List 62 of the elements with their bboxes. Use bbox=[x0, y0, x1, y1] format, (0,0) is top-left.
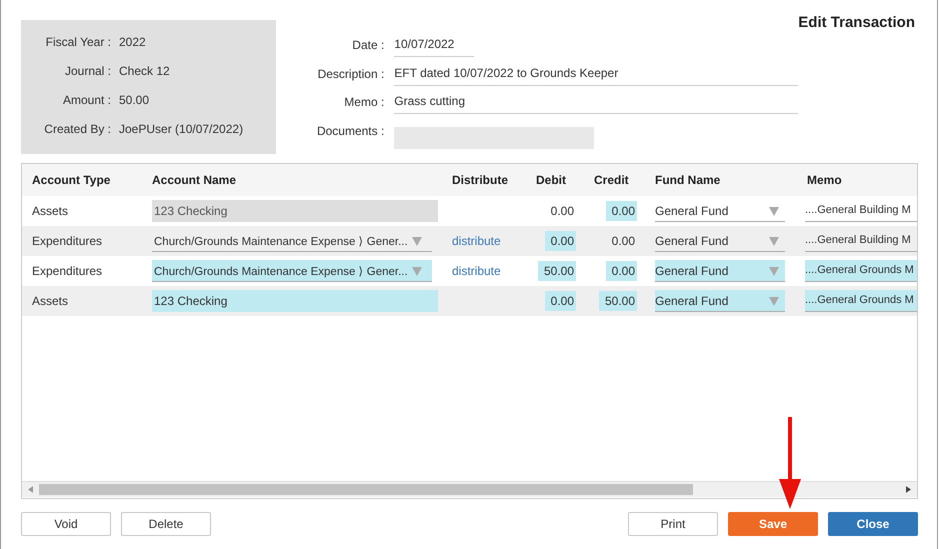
text-field[interactable]: Grass cutting bbox=[394, 94, 798, 114]
fund-dropdown[interactable]: General Fund bbox=[655, 230, 785, 252]
credit-field[interactable]: 0.00 bbox=[606, 201, 637, 221]
column-header: Debit bbox=[535, 173, 567, 187]
debit-field[interactable]: 50.00 bbox=[538, 261, 576, 281]
field-value: 50.00 bbox=[119, 93, 150, 107]
column-header: Fund Name bbox=[654, 173, 722, 187]
table-cell-text: Expenditures bbox=[31, 234, 104, 248]
credit-field[interactable]: 50.00 bbox=[598, 291, 637, 311]
account-field[interactable]: 123 Checking bbox=[152, 290, 438, 312]
horizontal-scrollbar[interactable] bbox=[22, 481, 917, 497]
memo-field[interactable]: ....General Grounds M bbox=[805, 290, 917, 312]
debit-field[interactable]: 0.00 bbox=[544, 291, 576, 311]
dialog-title: Edit Transaction bbox=[798, 14, 915, 33]
field-label: Amount : bbox=[62, 93, 111, 107]
field-label: Documents : bbox=[316, 124, 384, 140]
field-value: 2022 bbox=[119, 35, 146, 49]
caret-icon bbox=[769, 236, 779, 246]
fund-dropdown[interactable]: General Fund bbox=[655, 260, 785, 282]
debit-field[interactable]: 0.00 bbox=[544, 231, 576, 251]
action-button[interactable]: Close bbox=[828, 512, 918, 536]
date-field[interactable]: 10/07/2022 bbox=[394, 36, 474, 57]
field-label: Date : bbox=[351, 38, 384, 54]
distribute-link[interactable]: distribute bbox=[452, 264, 501, 278]
column-header: Credit bbox=[593, 173, 630, 187]
action-button[interactable]: Delete bbox=[121, 512, 211, 536]
column-header: Account Name bbox=[151, 173, 238, 187]
account-dropdown[interactable]: Church/Grounds Maintenance Expense ⟩ Gener... bbox=[152, 260, 432, 282]
table-cell-text: Expenditures bbox=[31, 264, 104, 278]
text-field[interactable]: EFT dated 10/07/2022 to Grounds Keeper bbox=[394, 66, 798, 86]
scroll-right-icon[interactable] bbox=[906, 486, 911, 493]
caret-icon bbox=[769, 266, 779, 276]
table-cell-text: Assets bbox=[31, 294, 70, 308]
caret-icon bbox=[769, 296, 779, 306]
action-button[interactable]: Print bbox=[628, 512, 718, 536]
fund-dropdown[interactable]: General Fund bbox=[655, 290, 785, 312]
memo-field[interactable]: ....General Building M bbox=[805, 200, 917, 222]
field-label: Journal : bbox=[64, 64, 111, 78]
field-label: Created By : bbox=[43, 122, 111, 136]
field-label: Memo : bbox=[343, 95, 384, 112]
memo-field[interactable]: ....General Grounds M bbox=[805, 260, 917, 282]
caret-icon bbox=[412, 236, 422, 246]
column-header: Account Type bbox=[31, 173, 112, 187]
field-label: Fiscal Year : bbox=[44, 35, 111, 49]
table-cell-text: Assets bbox=[31, 204, 70, 218]
field-label: Description : bbox=[316, 66, 384, 82]
field-value: Check 12 bbox=[119, 64, 170, 78]
distribute-link[interactable]: distribute bbox=[452, 234, 501, 248]
credit-field[interactable]: 0.00 bbox=[606, 231, 637, 251]
account-dropdown[interactable]: Church/Grounds Maintenance Expense ⟩ Gener... bbox=[152, 230, 432, 252]
caret-icon bbox=[769, 206, 779, 216]
credit-field[interactable]: 0.00 bbox=[606, 261, 637, 281]
caret-icon bbox=[412, 266, 422, 276]
column-header: Memo bbox=[806, 173, 843, 187]
action-button[interactable]: Void bbox=[21, 512, 111, 536]
account-field: 123 Checking bbox=[152, 200, 438, 222]
scroll-left-icon[interactable] bbox=[28, 486, 33, 493]
field-value: JoePUser (10/07/2022) bbox=[119, 122, 244, 136]
debit-field[interactable]: 0.00 bbox=[544, 201, 576, 221]
fund-dropdown[interactable]: General Fund bbox=[655, 200, 785, 222]
column-header: Distribute bbox=[451, 173, 510, 187]
memo-field[interactable]: ....General Building M bbox=[805, 230, 917, 252]
